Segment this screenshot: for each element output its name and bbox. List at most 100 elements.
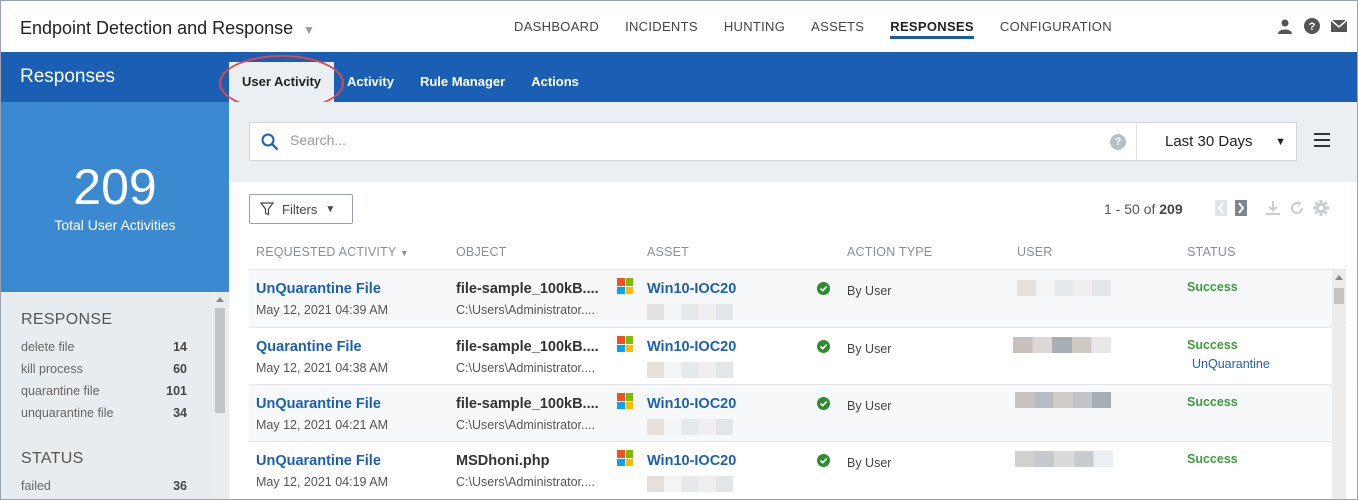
help-icon[interactable]: ? <box>1304 18 1320 34</box>
pager-controls <box>1215 200 1329 216</box>
nav-hunting[interactable]: HUNTING <box>711 1 798 52</box>
facet-heading-status: STATUS <box>21 450 84 467</box>
asset-ip-redacted <box>647 419 733 435</box>
user-redacted <box>1015 451 1113 467</box>
object-path: C:\Users\Administrator.... <box>456 475 595 489</box>
total-stat-panel: 209 Total User Activities <box>1 102 229 292</box>
top-header: Endpoint Detection and Response ▼ DASHBO… <box>1 1 1357 52</box>
col-object[interactable]: OBJECT <box>456 245 507 259</box>
object-path: C:\Users\Administrator.... <box>456 418 595 432</box>
facet-item[interactable]: kill process 60 <box>21 362 187 376</box>
table-row[interactable]: Quarantine File May 12, 2021 04:38 AM fi… <box>249 328 1332 385</box>
download-icon[interactable] <box>1265 200 1281 216</box>
refresh-icon[interactable] <box>1289 200 1305 216</box>
sort-down-icon: ▼ <box>399 248 409 258</box>
search-input[interactable] <box>290 132 1090 148</box>
activity-date: May 12, 2021 04:19 AM <box>256 475 389 489</box>
nav-assets[interactable]: ASSETS <box>798 1 877 52</box>
windows-icon <box>617 393 633 409</box>
asset-link[interactable]: Win10-IOC20 <box>647 281 736 297</box>
subtabs: User Activity Activity Rule Manager Acti… <box>229 52 592 102</box>
user-redacted <box>1017 280 1111 296</box>
object-name: MSDhoni.php <box>456 453 550 469</box>
header-icons: ? <box>1277 18 1347 34</box>
facet-scrollbar[interactable] <box>213 292 227 499</box>
activity-date: May 12, 2021 04:38 AM <box>256 361 389 375</box>
facet-item[interactable]: delete file 14 <box>21 340 187 354</box>
nav-dashboard[interactable]: DASHBOARD <box>501 1 612 52</box>
search-box: ? Last 30 Days ▼ <box>249 122 1297 161</box>
filters-button[interactable]: Filters ▼ <box>249 194 353 224</box>
chevron-down-icon: ▼ <box>325 203 336 215</box>
total-count: 209 <box>73 159 157 215</box>
object-name: file-sample_100kB.... <box>456 339 599 355</box>
nav-responses[interactable]: RESPONSES <box>877 1 987 52</box>
action-type: By User <box>847 284 892 298</box>
unquarantine-link[interactable]: UnQuarantine <box>1192 357 1270 371</box>
section-title: Responses <box>20 66 116 87</box>
activity-link[interactable]: UnQuarantine File <box>256 281 381 297</box>
total-label: Total User Activities <box>54 217 176 233</box>
chevron-down-icon: ▼ <box>1275 136 1286 148</box>
prev-page-icon[interactable] <box>1215 200 1227 216</box>
col-action-type[interactable]: ACTION TYPE <box>847 245 932 259</box>
table-scrollbar[interactable] <box>1332 270 1346 499</box>
settings-gear-icon[interactable] <box>1313 200 1329 216</box>
table-row[interactable]: UnQuarantine File May 12, 2021 04:39 AM … <box>249 270 1332 327</box>
check-circle-icon <box>817 282 830 295</box>
status-badge: Success <box>1187 395 1238 409</box>
filter-icon <box>260 202 274 216</box>
nav-incidents[interactable]: INCIDENTS <box>612 1 711 52</box>
facet-item[interactable]: quarantine file 101 <box>21 384 187 398</box>
activity-link[interactable]: Quarantine File <box>256 339 362 355</box>
windows-icon <box>617 450 633 466</box>
tab-activity[interactable]: Activity <box>334 52 407 102</box>
facet-item[interactable]: failed 36 <box>21 479 187 493</box>
nav-configuration[interactable]: CONFIGURATION <box>987 1 1125 52</box>
object-path: C:\Users\Administrator.... <box>456 361 595 375</box>
top-navigation: DASHBOARD INCIDENTS HUNTING ASSETS RESPO… <box>501 1 1125 52</box>
check-circle-icon <box>817 340 830 353</box>
scrollbar-thumb[interactable] <box>215 308 225 413</box>
col-user[interactable]: USER <box>1017 245 1053 259</box>
app-title: Endpoint Detection and Response <box>20 18 294 38</box>
facet-item[interactable]: unquarantine file 34 <box>21 406 187 420</box>
tab-user-activity[interactable]: User Activity <box>229 62 334 102</box>
mail-icon[interactable] <box>1331 18 1347 34</box>
date-range-select[interactable]: Last 30 Days ▼ <box>1136 123 1296 160</box>
object-path: C:\Users\Administrator.... <box>456 303 595 317</box>
col-status[interactable]: STATUS <box>1187 245 1236 259</box>
asset-link[interactable]: Win10-IOC20 <box>647 396 736 412</box>
next-page-icon[interactable] <box>1235 200 1247 216</box>
scrollbar-thumb[interactable] <box>1334 288 1344 304</box>
table-row[interactable]: UnQuarantine File May 12, 2021 04:19 AM … <box>249 442 1332 499</box>
tab-actions[interactable]: Actions <box>518 52 592 102</box>
activity-date: May 12, 2021 04:21 AM <box>256 418 389 432</box>
activity-link[interactable]: UnQuarantine File <box>256 396 381 412</box>
action-type: By User <box>847 342 892 356</box>
menu-icon[interactable] <box>1314 133 1330 147</box>
user-redacted <box>1013 337 1111 353</box>
pager: 1 - 50 of 209 <box>1104 201 1183 217</box>
status-badge: Success <box>1187 338 1238 352</box>
search-help-icon[interactable]: ? <box>1110 134 1126 150</box>
action-type: By User <box>847 399 892 413</box>
col-requested-activity[interactable]: REQUESTED ACTIVITY ▼ <box>256 245 409 259</box>
app-switcher-caret-icon[interactable]: ▼ <box>303 23 315 37</box>
svg-text:?: ? <box>1309 21 1316 33</box>
user-icon[interactable] <box>1277 18 1293 34</box>
col-asset[interactable]: ASSET <box>647 245 689 259</box>
activity-link[interactable]: UnQuarantine File <box>256 453 381 469</box>
search-icon[interactable] <box>261 133 279 151</box>
asset-ip-redacted <box>647 304 733 320</box>
check-circle-icon <box>817 454 830 467</box>
status-badge: Success <box>1187 280 1238 294</box>
asset-link[interactable]: Win10-IOC20 <box>647 339 736 355</box>
user-redacted <box>1015 392 1111 408</box>
tab-rule-manager[interactable]: Rule Manager <box>407 52 518 102</box>
object-name: file-sample_100kB.... <box>456 281 599 297</box>
asset-ip-redacted <box>647 476 733 492</box>
table-row[interactable]: UnQuarantine File May 12, 2021 04:21 AM … <box>249 385 1332 442</box>
activity-date: May 12, 2021 04:39 AM <box>256 303 389 317</box>
asset-link[interactable]: Win10-IOC20 <box>647 453 736 469</box>
